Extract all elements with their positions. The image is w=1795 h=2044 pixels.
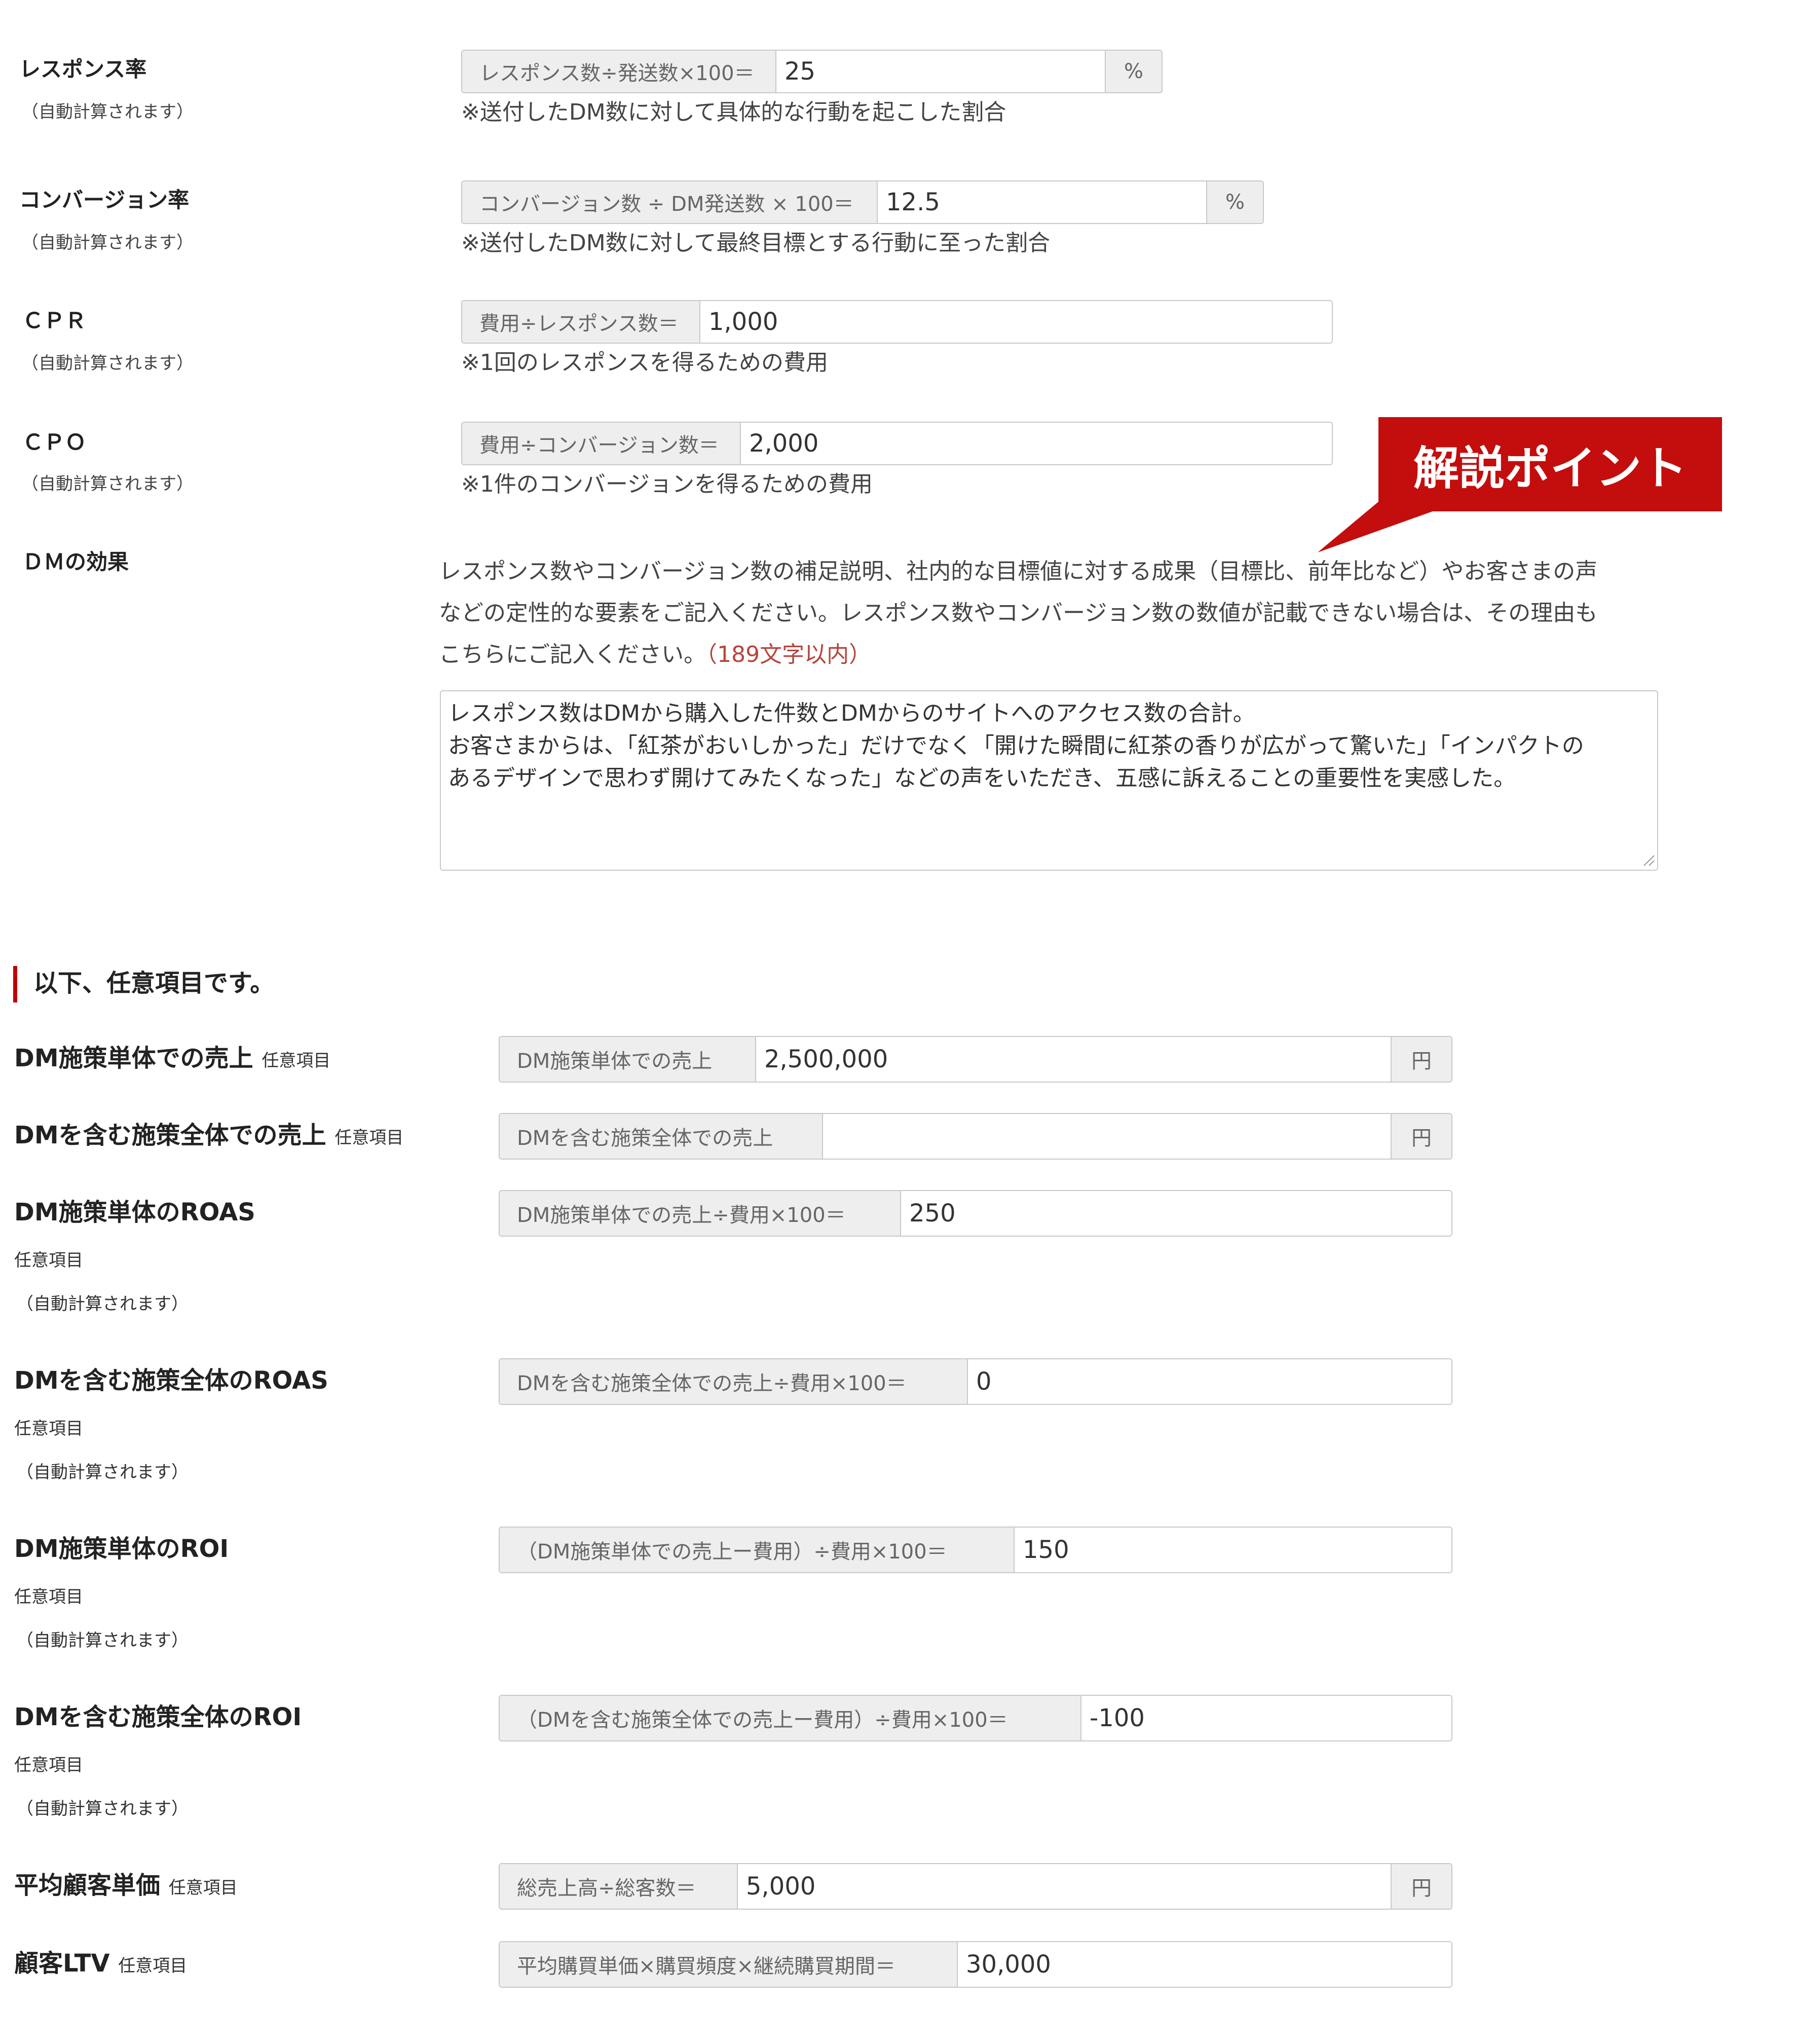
- dm-roi-label: DM施策単体のROI: [14, 1535, 229, 1563]
- total-sales-group: DMを含む施策全体での売上 円: [499, 1113, 1452, 1160]
- dm-sales-formula: DM施策単体での売上: [500, 1037, 756, 1082]
- dm-sales-group: DM施策単体での売上 円: [499, 1036, 1452, 1083]
- conversion-rate-note: （自動計算されます）: [21, 233, 194, 253]
- cpr-input[interactable]: [700, 301, 1332, 343]
- dm-sales-label: DM施策単体での売上 任意項目: [14, 1046, 330, 1070]
- response-rate-note: （自動計算されます）: [21, 102, 194, 122]
- optional-section-title: 以下、任意項目です。: [33, 969, 275, 997]
- response-rate-label: レスポンス率: [19, 57, 147, 82]
- cpr-help: ※1回のレスポンスを得るための費用: [461, 350, 828, 376]
- response-rate-input[interactable]: [776, 51, 1105, 92]
- total-roas-group: DMを含む施策全体での売上÷費用×100＝: [499, 1358, 1452, 1405]
- dm-roas-label: DM施策単体のROAS: [14, 1198, 255, 1227]
- optional-tag: 任意項目: [14, 1250, 83, 1271]
- avg-price-label-text: 平均顧客単価: [14, 1871, 161, 1900]
- cpr-label: ＣＰＲ: [22, 308, 87, 333]
- avg-price-input[interactable]: [738, 1864, 1391, 1909]
- total-roi-label: DMを含む施策全体のROI: [14, 1703, 302, 1731]
- optional-tag: 任意項目: [168, 1878, 238, 1898]
- dm-roi-group: （DM施策単体での売上ー費用）÷費用×100＝: [499, 1527, 1452, 1573]
- cpo-note: （自動計算されます）: [21, 474, 194, 494]
- cpo-label: ＣＰＯ: [22, 430, 87, 455]
- total-sales-input[interactable]: [823, 1114, 1391, 1159]
- auto-calc-note: （自動計算されます）: [16, 1630, 189, 1651]
- conversion-rate-input[interactable]: [878, 181, 1206, 223]
- auto-calc-note: （自動計算されます）: [16, 1462, 189, 1482]
- total-roas-label: DMを含む施策全体のROAS: [14, 1366, 328, 1395]
- total-roas-input[interactable]: [968, 1359, 1451, 1404]
- char-limit-note: （189文字以内）: [706, 642, 872, 667]
- callout-text: 解説ポイント: [1413, 442, 1687, 495]
- cpr-formula: 費用÷レスポンス数＝: [462, 301, 700, 343]
- dm-effect-desc-line: こちらにご記入ください。（189文字以内）: [439, 634, 1655, 676]
- callout-badge: 解説ポイント: [1378, 417, 1722, 511]
- dm-effect-description: レスポンス数やコンバージョン数の補足説明、社内的な目標値に対する成果（目標比、前…: [439, 551, 1655, 676]
- optional-tag: 任意項目: [14, 1587, 83, 1607]
- ltv-group: 平均購買単価×購買頻度×継続購買期間＝: [499, 1941, 1452, 1988]
- total-roi-group: （DMを含む施策全体での売上ー費用）÷費用×100＝: [499, 1695, 1452, 1741]
- total-sales-formula: DMを含む施策全体での売上: [500, 1114, 823, 1159]
- optional-tag: 任意項目: [118, 1956, 188, 1976]
- percent-unit: %: [1105, 51, 1162, 92]
- ltv-label-text: 顧客LTV: [14, 1949, 110, 1978]
- conversion-rate-label: コンバージョン率: [19, 188, 190, 212]
- avg-price-formula: 総売上高÷総客数＝: [500, 1864, 738, 1909]
- optional-tag: 任意項目: [334, 1128, 404, 1148]
- optional-tag: 任意項目: [14, 1419, 83, 1439]
- cpo-input[interactable]: [741, 423, 1332, 464]
- dm-effect-desc-text: こちらにご記入ください。: [439, 642, 706, 667]
- section-accent-bar: [13, 966, 17, 1002]
- ltv-label: 顧客LTV 任意項目: [14, 1951, 187, 1976]
- avg-price-group: 総売上高÷総客数＝ 円: [499, 1863, 1452, 1910]
- conversion-rate-help: ※送付したDM数に対して最終目標とする行動に至った割合: [461, 230, 1051, 256]
- cpr-group: 費用÷レスポンス数＝: [461, 300, 1333, 344]
- ltv-formula: 平均購買単価×購買頻度×継続購買期間＝: [500, 1942, 958, 1987]
- auto-calc-note: （自動計算されます）: [16, 1799, 189, 1819]
- total-roi-input[interactable]: [1081, 1696, 1451, 1740]
- conversion-rate-formula: コンバージョン数 ÷ DM発送数 × 100＝: [462, 181, 878, 223]
- dm-sales-label-text: DM施策単体での売上: [14, 1044, 253, 1072]
- cpo-help: ※1件のコンバージョンを得るための費用: [461, 471, 873, 497]
- conversion-rate-group: コンバージョン数 ÷ DM発送数 × 100＝ %: [461, 180, 1264, 224]
- dm-effect-desc-line: などの定性的な要素をご記入ください。レスポンス数やコンバージョン数の数値が記載で…: [439, 600, 1598, 626]
- dm-roas-formula: DM施策単体での売上÷費用×100＝: [500, 1191, 901, 1236]
- dm-roi-formula: （DM施策単体での売上ー費用）÷費用×100＝: [500, 1528, 1015, 1572]
- ltv-input[interactable]: [958, 1942, 1451, 1987]
- yen-unit: 円: [1391, 1037, 1451, 1082]
- dm-roas-input[interactable]: [901, 1191, 1451, 1236]
- optional-tag: 任意項目: [261, 1051, 331, 1071]
- total-roi-formula: （DMを含む施策全体での売上ー費用）÷費用×100＝: [500, 1696, 1081, 1740]
- response-rate-formula: レスポンス数÷発送数×100＝: [462, 51, 776, 92]
- yen-unit: 円: [1391, 1864, 1451, 1909]
- resize-grip-icon[interactable]: [1640, 851, 1655, 867]
- auto-calc-note: （自動計算されます）: [16, 1294, 189, 1314]
- dm-roas-group: DM施策単体での売上÷費用×100＝: [499, 1190, 1452, 1237]
- avg-price-label: 平均顧客単価 任意項目: [14, 1873, 238, 1898]
- cpo-formula: 費用÷コンバージョン数＝: [462, 423, 741, 464]
- percent-unit: %: [1206, 181, 1263, 223]
- total-sales-label: DMを含む施策全体での売上 任意項目: [14, 1123, 403, 1147]
- dm-roi-input[interactable]: [1015, 1528, 1451, 1572]
- dm-effect-textarea[interactable]: レスポンス数はDMから購入した件数とDMからのサイトへのアクセス数の合計。 お客…: [440, 690, 1658, 871]
- response-rate-group: レスポンス数÷発送数×100＝ %: [461, 50, 1163, 93]
- dm-sales-input[interactable]: [756, 1037, 1391, 1082]
- dm-effect-label: ＤＭの効果: [22, 549, 129, 574]
- total-roas-formula: DMを含む施策全体での売上÷費用×100＝: [500, 1359, 968, 1404]
- yen-unit: 円: [1391, 1114, 1451, 1159]
- total-sales-label-text: DMを含む施策全体での売上: [14, 1121, 326, 1149]
- response-rate-help: ※送付したDM数に対して具体的な行動を起こした割合: [461, 99, 1006, 125]
- dm-effect-desc-line: レスポンス数やコンバージョン数の補足説明、社内的な目標値に対する成果（目標比、前…: [439, 559, 1598, 584]
- cpo-group: 費用÷コンバージョン数＝: [461, 422, 1333, 465]
- optional-tag: 任意項目: [14, 1755, 83, 1775]
- cpr-note: （自動計算されます）: [21, 353, 194, 374]
